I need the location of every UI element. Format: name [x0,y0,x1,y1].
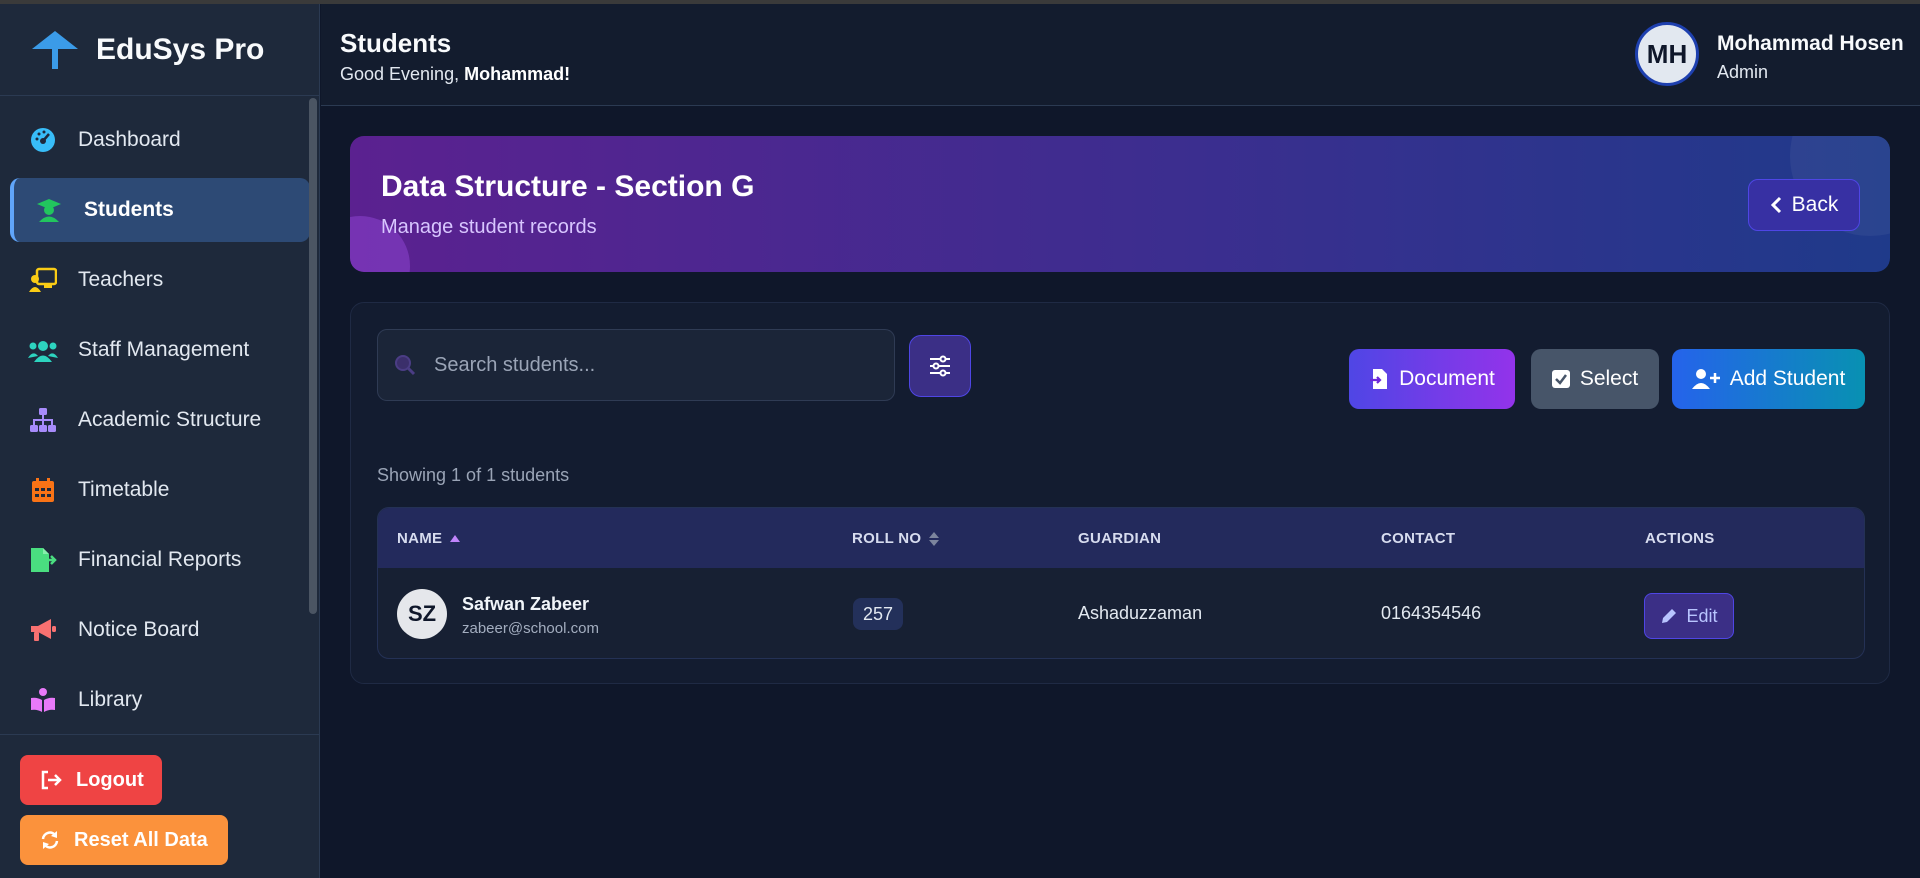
edit-button[interactable]: Edit [1644,593,1734,639]
page-title: Students [340,28,452,58]
gauge-icon [28,125,58,155]
add-student-label: Add Student [1729,367,1846,390]
column-header-actions: ACTIONS [1645,530,1715,547]
app-name: EduSys Pro [96,32,265,66]
sidebar-item-label: Staff Management [78,338,250,361]
sync-icon [41,831,59,849]
column-header-name[interactable]: NAME [397,530,461,547]
sidebar-item-label: Academic Structure [78,408,262,431]
table-row[interactable]: SZ Safwan Zabeer zabeer@school.com 257 A… [378,568,1864,658]
search-box[interactable]: Search students... [377,329,895,401]
column-header-roll[interactable]: ROLL NO [852,530,940,547]
student-name: Safwan Zabeer [462,594,590,614]
sort-icon [929,531,940,546]
book-reader-icon [28,685,58,715]
calendar-icon [28,475,58,505]
select-button[interactable]: Select [1531,349,1659,409]
sidebar-item-teachers[interactable]: Teachers [10,248,310,312]
sidebar-item-label: Library [78,688,143,711]
column-header-guardian: GUARDIAN [1078,530,1162,547]
user-role: Admin [1717,62,1769,82]
sidebar-item-dashboard[interactable]: Dashboard [10,108,310,172]
sidebar-item-label: Notice Board [78,618,200,641]
sidebar-item-label: Students [84,198,174,221]
table-header: NAME ROLL NO GUARDIAN CONTACT ACTIONS [378,508,1864,568]
edit-label: Edit [1686,605,1718,626]
top-header: Students Good Evening, Mohammad! MH Moha… [321,4,1920,106]
sidebar-item-label: Dashboard [78,128,181,151]
document-label: Document [1399,367,1495,390]
back-button[interactable]: Back [1748,179,1860,231]
student-email: zabeer@school.com [462,620,599,637]
guardian-cell: Ashaduzzaman [1078,603,1203,623]
select-label: Select [1579,367,1639,390]
sort-asc-icon [450,534,461,542]
section-banner: Data Structure - Section G Manage studen… [350,136,1890,272]
students-panel: Search students... Document Select Add S… [350,302,1890,684]
add-student-button[interactable]: Add Student [1672,349,1865,409]
bullhorn-icon [28,615,58,645]
greeting-prefix: Good Evening, [340,64,465,84]
sidebar-item-library[interactable]: Library [10,668,310,732]
file-import-icon [1370,369,1388,389]
sign-out-icon [41,770,62,790]
reset-label: Reset All Data [74,828,208,851]
sidebar: EduSys Pro Dashboard Students Teachers S… [0,4,320,878]
file-export-icon [28,545,58,575]
greeting-name: Mohammad! [464,64,571,84]
pencil-icon [1662,609,1677,623]
sidebar-nav: Dashboard Students Teachers Staff Manage… [0,102,320,734]
sidebar-footer: Logout Reset All Data [0,734,320,878]
school-logo-icon [30,27,80,73]
search-icon [395,355,416,376]
user-name: Mohammad Hosen [1717,32,1904,55]
sidebar-item-timetable[interactable]: Timetable [10,458,310,522]
graduate-icon [34,195,64,225]
sidebar-item-label: Teachers [78,268,164,291]
chalkboard-teacher-icon [28,265,58,295]
sidebar-item-students[interactable]: Students [10,178,310,242]
greeting: Good Evening, Mohammad! [340,64,570,85]
column-header-contact: CONTACT [1381,530,1456,547]
check-square-icon [1551,370,1570,388]
results-count: Showing 1 of 1 students [377,465,570,485]
section-title: Data Structure - Section G [381,170,755,203]
search-input[interactable]: Search students... [434,354,595,377]
student-avatar: SZ [397,589,447,639]
sidebar-item-notice-board[interactable]: Notice Board [10,598,310,662]
contact-cell: 0164354546 [1381,603,1482,623]
roll-badge: 257 [853,598,904,630]
user-plus-icon [1691,369,1720,389]
sidebar-item-academic-structure[interactable]: Academic Structure [10,388,310,452]
logout-button[interactable]: Logout [20,755,162,805]
filter-button[interactable] [909,335,971,397]
back-label: Back [1791,193,1839,216]
sidebar-item-financial-reports[interactable]: Financial Reports [10,528,310,592]
sidebar-scrollbar[interactable] [309,98,317,614]
sidebar-item-label: Financial Reports [78,548,242,571]
user-avatar[interactable]: MH [1635,22,1699,86]
logout-label: Logout [76,768,144,791]
users-icon [28,335,58,365]
sidebar-item-label: Timetable [78,478,170,501]
sidebar-item-staff-management[interactable]: Staff Management [10,318,310,382]
sliders-icon [930,355,950,377]
brand[interactable]: EduSys Pro [0,4,319,96]
students-table: NAME ROLL NO GUARDIAN CONTACT ACTIONS SZ… [377,507,1865,659]
chevron-left-icon [1770,196,1781,214]
document-button[interactable]: Document [1349,349,1515,409]
section-subtitle: Manage student records [381,216,597,238]
sitemap-icon [28,405,58,435]
reset-all-data-button[interactable]: Reset All Data [20,815,228,865]
